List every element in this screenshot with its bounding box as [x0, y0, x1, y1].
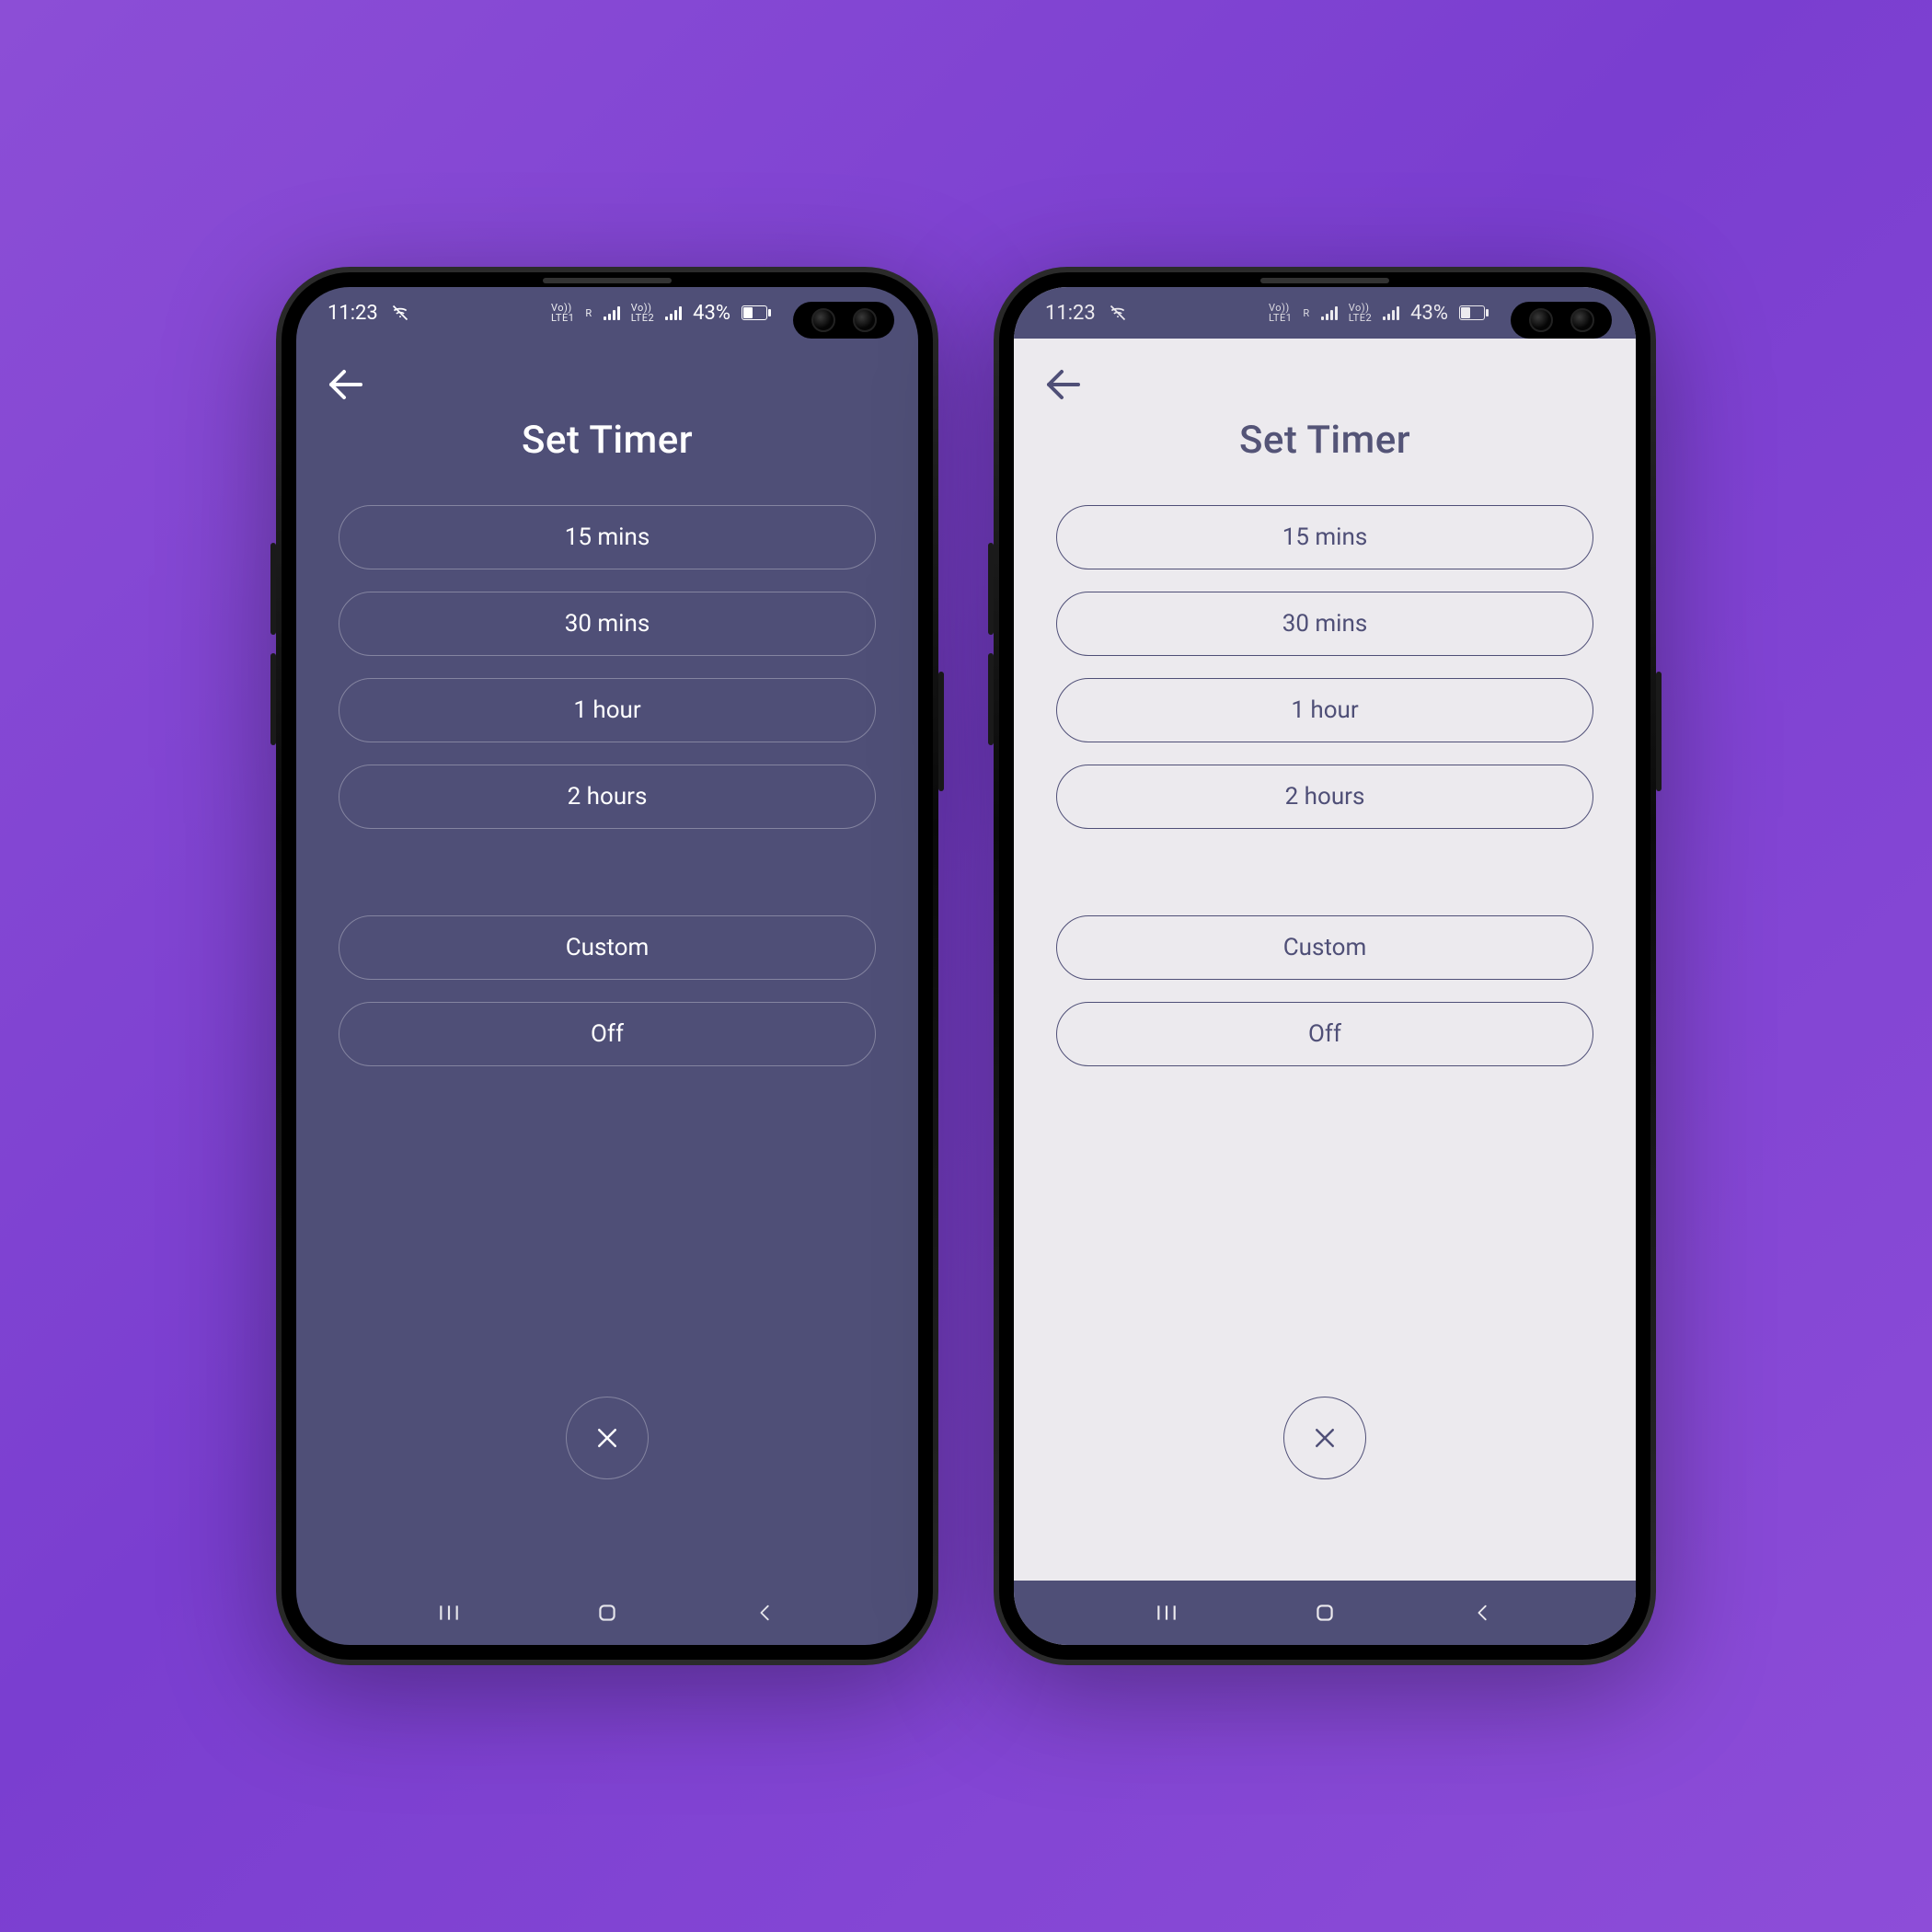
front-camera-cutout: [1511, 302, 1612, 339]
timer-option-custom[interactable]: Custom: [1056, 915, 1593, 980]
page-title: Set Timer: [296, 418, 918, 463]
timer-option-15min[interactable]: 15 mins: [1056, 505, 1593, 569]
timer-option-15min[interactable]: 15 mins: [339, 505, 876, 569]
nav-home-icon[interactable]: [1306, 1594, 1343, 1631]
timer-screen-light: 11:23 Vo))LTE1 R Vo))LTE2 43%: [1014, 287, 1636, 1645]
back-button[interactable]: [1041, 362, 1086, 407]
timer-option-1hour[interactable]: 1 hour: [339, 678, 876, 742]
timer-option-off[interactable]: Off: [1056, 1002, 1593, 1066]
status-clock: 11:23: [328, 302, 378, 325]
signal-icon: [1383, 305, 1399, 320]
timer-option-2hours[interactable]: 2 hours: [1056, 765, 1593, 829]
timer-options: 15 mins 30 mins 1 hour 2 hours Custom Of…: [296, 505, 918, 1066]
nav-home-icon[interactable]: [589, 1594, 626, 1631]
back-button[interactable]: [324, 362, 368, 407]
timer-screen-dark: 11:23 Vo))LTE1 R Vo))LTE2 43%: [296, 287, 918, 1645]
nav-recents-icon[interactable]: [431, 1594, 467, 1631]
battery-text: 43%: [1410, 302, 1448, 325]
wifi-off-icon: [391, 304, 409, 322]
battery-text: 43%: [693, 302, 730, 325]
nav-back-icon[interactable]: [1465, 1594, 1501, 1631]
page-title: Set Timer: [1014, 418, 1636, 463]
nav-back-icon[interactable]: [747, 1594, 784, 1631]
timer-option-custom[interactable]: Custom: [339, 915, 876, 980]
battery-icon: [1459, 305, 1485, 320]
timer-option-30min[interactable]: 30 mins: [1056, 592, 1593, 656]
status-clock: 11:23: [1045, 302, 1096, 325]
close-button[interactable]: [1283, 1397, 1366, 1479]
signal-icon: [665, 305, 682, 320]
close-button[interactable]: [566, 1397, 649, 1479]
timer-option-1hour[interactable]: 1 hour: [1056, 678, 1593, 742]
phone-mockup-light: 11:23 Vo))LTE1 R Vo))LTE2 43%: [994, 267, 1656, 1665]
phone-mockup-dark: 11:23 Vo))LTE1 R Vo))LTE2 43%: [276, 267, 938, 1665]
timer-options: 15 mins 30 mins 1 hour 2 hours Custom Of…: [1014, 505, 1636, 1066]
battery-icon: [742, 305, 767, 320]
front-camera-cutout: [793, 302, 894, 339]
system-nav-bar: [296, 1581, 918, 1645]
timer-option-30min[interactable]: 30 mins: [339, 592, 876, 656]
timer-option-off[interactable]: Off: [339, 1002, 876, 1066]
signal-icon: [1321, 305, 1338, 320]
nav-recents-icon[interactable]: [1148, 1594, 1185, 1631]
signal-icon: [604, 305, 620, 320]
system-nav-bar: [1014, 1581, 1636, 1645]
wifi-off-icon: [1109, 304, 1127, 322]
timer-option-2hours[interactable]: 2 hours: [339, 765, 876, 829]
